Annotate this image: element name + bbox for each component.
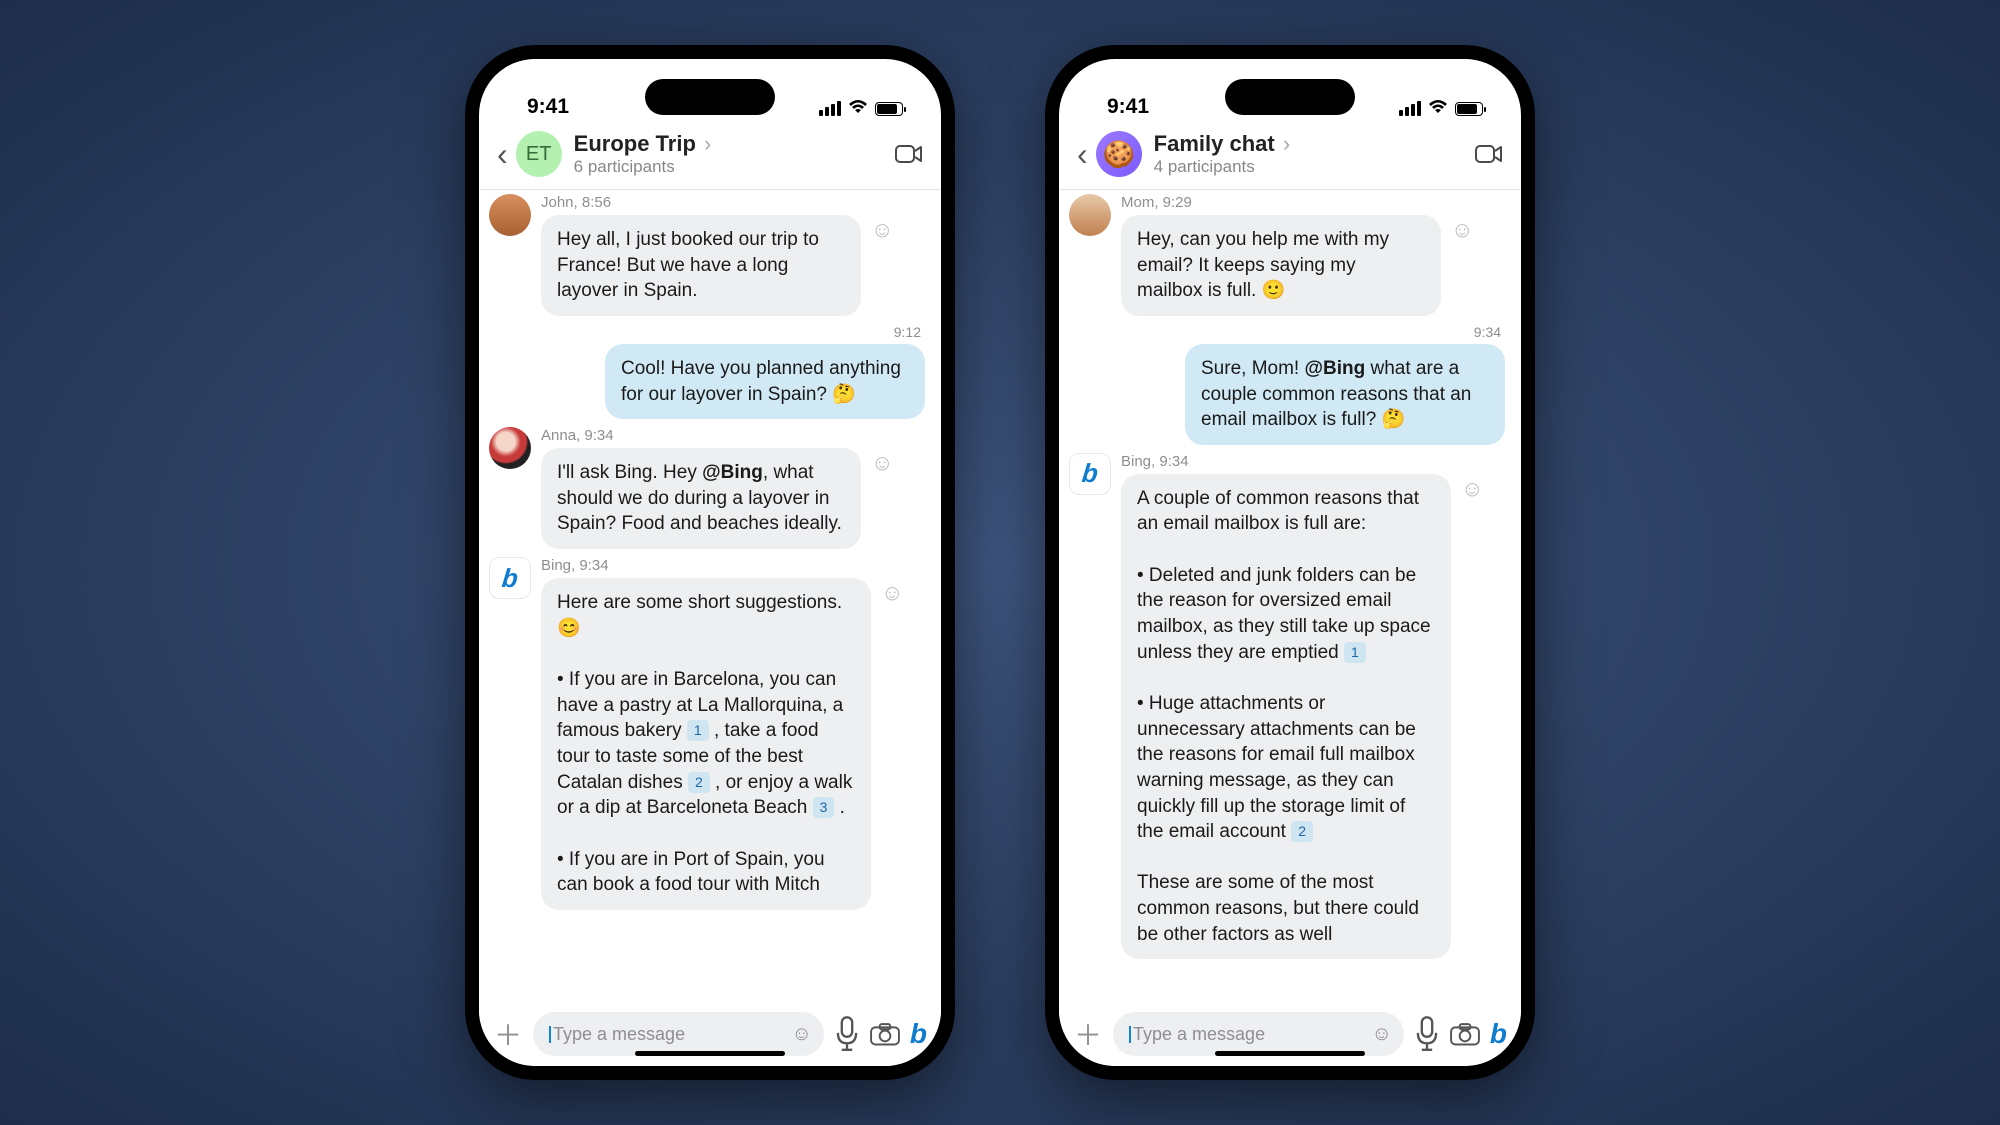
bing-avatar[interactable]: b [1069,453,1111,495]
message-bubble[interactable]: Hey, can you help me with my email? It k… [1121,215,1441,316]
message-meta: John, 8:56 [541,194,931,211]
message-list[interactable]: Mom, 9:29 Hey, can you help me with my e… [1059,190,1521,1002]
react-button[interactable]: ☺ [881,580,903,606]
wifi-icon [1428,98,1448,119]
message-bubble[interactable]: I'll ask Bing. Hey @Bing, what should we… [541,448,861,549]
chat-title-block[interactable]: Family chat › 4 participants [1154,131,1475,177]
message-list[interactable]: John, 8:56 Hey all, I just booked our tr… [479,190,941,1002]
home-indicator[interactable] [1215,1051,1365,1056]
phone-left: 9:41 ‹ ET Europe Trip › 6 participants [465,45,955,1080]
message-bubble[interactable]: Sure, Mom! @Bing what are a couple commo… [1185,344,1505,445]
input-placeholder: Type a message [553,1024,685,1044]
citation[interactable]: 1 [1344,642,1366,663]
chat-title: Europe Trip [574,131,696,156]
chat-header: ‹ 🍪 Family chat › 4 participants [1059,125,1521,190]
avatar[interactable] [489,194,531,236]
chat-header: ‹ ET Europe Trip › 6 participants [479,125,941,190]
chevron-right-icon: › [698,131,711,156]
mic-button[interactable] [834,1016,860,1052]
message-incoming: Mom, 9:29 Hey, can you help me with my e… [1069,194,1511,316]
react-button[interactable]: ☺ [871,450,893,476]
video-call-button[interactable] [1475,143,1503,165]
signal-icon [1399,101,1421,116]
message-incoming: John, 8:56 Hey all, I just booked our tr… [489,194,931,316]
dynamic-island [645,79,775,115]
input-bar: ＋ Type a message ☺ b [479,1002,941,1066]
chat-title-block[interactable]: Europe Trip › 6 participants [574,131,895,177]
status-time: 9:41 [527,95,569,119]
back-button[interactable]: ‹ [1069,136,1096,173]
chat-subtitle: 6 participants [574,157,895,177]
react-button[interactable]: ☺ [871,217,893,243]
citation[interactable]: 1 [687,720,709,741]
battery-icon [1455,102,1483,116]
dynamic-island [1225,79,1355,115]
chat-avatar[interactable]: 🍪 [1096,131,1142,177]
bing-button[interactable]: b [1490,1018,1507,1050]
camera-button[interactable] [1450,1022,1480,1046]
message-input[interactable]: Type a message ☺ [533,1012,824,1056]
chat-avatar[interactable]: ET [516,131,562,177]
bing-button[interactable]: b [910,1018,927,1050]
message-bubble[interactable]: A couple of common reasons that an email… [1121,474,1451,960]
react-button[interactable]: ☺ [1451,217,1473,243]
mic-button[interactable] [1414,1016,1440,1052]
citation[interactable]: 2 [1291,821,1313,842]
back-button[interactable]: ‹ [489,136,516,173]
citation[interactable]: 2 [688,772,710,793]
camera-button[interactable] [870,1022,900,1046]
input-bar: ＋ Type a message ☺ b [1059,1002,1521,1066]
chevron-right-icon: › [1277,131,1290,156]
react-button[interactable]: ☺ [1461,476,1483,502]
message-meta: Bing, 9:34 [1121,453,1511,470]
status-time: 9:41 [1107,95,1149,119]
message-incoming: b Bing, 9:34 Here are some short suggest… [489,557,931,910]
emoji-button[interactable]: ☺ [791,1023,811,1046]
message-incoming: b Bing, 9:34 A couple of common reasons … [1069,453,1511,960]
message-meta: Anna, 9:34 [541,427,931,444]
message-time: 9:34 [1474,324,1501,340]
add-button[interactable]: ＋ [1073,1014,1103,1054]
message-outgoing: 9:12 Cool! Have you planned anything for… [489,324,931,419]
message-bubble[interactable]: Cool! Have you planned anything for our … [605,344,925,419]
input-placeholder: Type a message [1133,1024,1265,1044]
chat-title: Family chat [1154,131,1275,156]
message-input[interactable]: Type a message ☺ [1113,1012,1404,1056]
chat-subtitle: 4 participants [1154,157,1475,177]
phone-right: 9:41 ‹ 🍪 Family chat › 4 participants [1045,45,1535,1080]
emoji-button[interactable]: ☺ [1371,1023,1391,1046]
avatar[interactable] [489,427,531,469]
home-indicator[interactable] [635,1051,785,1056]
message-meta: Bing, 9:34 [541,557,931,574]
signal-icon [819,101,841,116]
battery-icon [875,102,903,116]
message-bubble[interactable]: Hey all, I just booked our trip to Franc… [541,215,861,316]
citation[interactable]: 3 [813,797,835,818]
message-incoming: Anna, 9:34 I'll ask Bing. Hey @Bing, wha… [489,427,931,549]
avatar[interactable] [1069,194,1111,236]
wifi-icon [848,98,868,119]
message-outgoing: 9:34 Sure, Mom! @Bing what are a couple … [1069,324,1511,445]
message-bubble[interactable]: Here are some short suggestions. 😊 • If … [541,578,871,910]
video-call-button[interactable] [895,143,923,165]
add-button[interactable]: ＋ [493,1014,523,1054]
message-meta: Mom, 9:29 [1121,194,1511,211]
bing-avatar[interactable]: b [489,557,531,599]
message-time: 9:12 [894,324,921,340]
